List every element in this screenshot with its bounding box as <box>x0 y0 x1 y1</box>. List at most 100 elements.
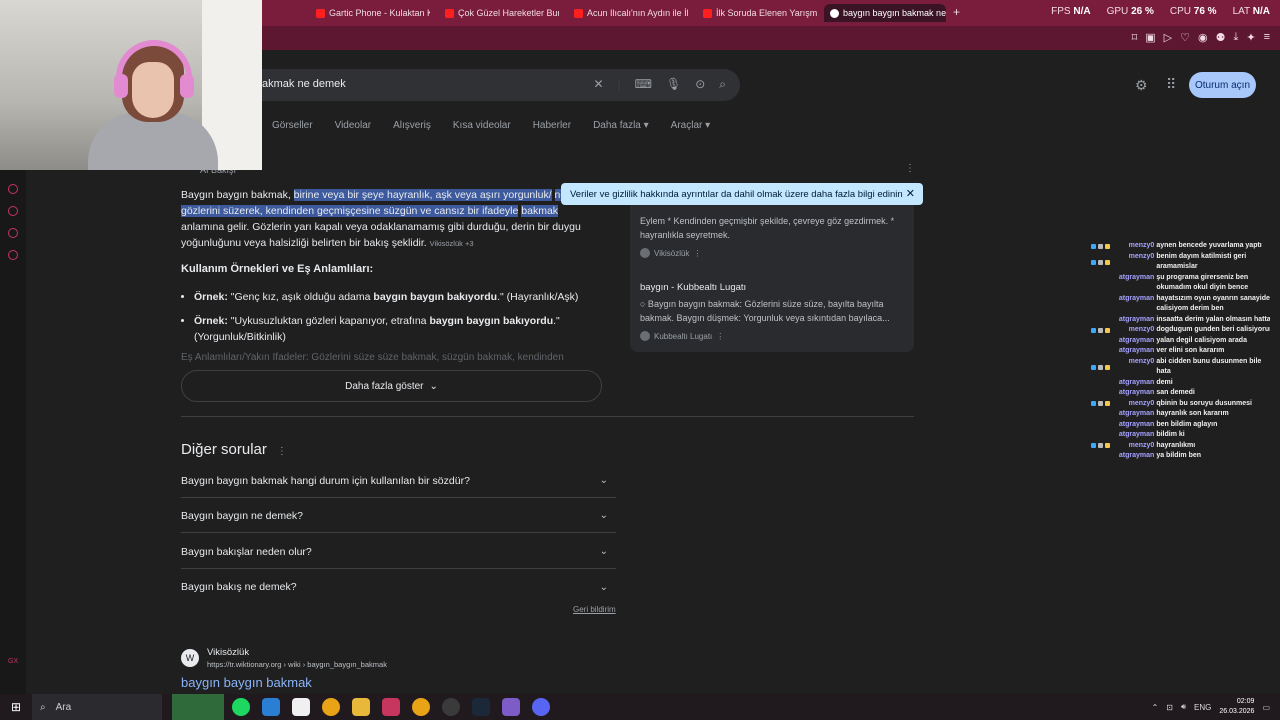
scrollbar[interactable] <box>1270 50 1280 694</box>
panel-source-2[interactable]: Kubbealtı Lugatı ⋮ <box>640 331 724 341</box>
tab-youtube-3[interactable]: İlk Soruda Elenen Yarışmac <box>703 4 817 22</box>
windows-start-icon[interactable]: ⊞ <box>0 700 32 714</box>
sidebar-settings-icon[interactable] <box>8 250 18 260</box>
download-icon[interactable]: ⤓ <box>1233 31 1238 44</box>
chat-username[interactable]: atgrayman <box>1113 409 1154 420</box>
settings-gear-icon[interactable]: ⚙ <box>1135 77 1148 94</box>
folder-icon[interactable] <box>352 698 370 716</box>
chat-username[interactable]: atgrayman <box>1113 346 1154 357</box>
play-icon[interactable]: ▷ <box>1164 31 1172 44</box>
mail-icon[interactable] <box>262 698 280 716</box>
chrome-icon[interactable] <box>322 698 340 716</box>
faq-item[interactable]: Baygın bakışlar neden olur? ⌄ <box>181 535 616 569</box>
clear-icon[interactable]: ✕ <box>593 77 603 92</box>
chat-username[interactable]: atgrayman <box>1113 315 1154 326</box>
volume-icon[interactable]: 🔊︎ <box>1181 702 1186 712</box>
extension-icon[interactable]: ◉ <box>1198 31 1208 44</box>
faq-item[interactable]: Baygın bakış ne demek? ⌄ <box>181 570 616 604</box>
spotify-icon[interactable] <box>232 698 250 716</box>
close-icon[interactable]: ✕ <box>906 187 915 200</box>
filter-shopping[interactable]: Alışveriş <box>393 120 431 131</box>
chat-username[interactable]: atgrayman <box>1113 451 1154 462</box>
more-vert-icon[interactable]: ⋮ <box>693 249 701 258</box>
chat-username[interactable]: atgrayman <box>1113 273 1154 294</box>
chat-username[interactable]: menzy0 <box>1113 325 1155 336</box>
panel-title-2[interactable]: baygın - Kubbealtı Lugatı <box>640 282 746 293</box>
sidebar-clock-icon[interactable] <box>8 206 18 216</box>
tray-chevron-icon[interactable]: ⌃ <box>1152 703 1159 712</box>
chat-username[interactable]: atgrayman <box>1113 420 1154 431</box>
result-url[interactable]: https://tr.wiktionary.org › wiki › baygı… <box>207 660 387 669</box>
bookmark-icon[interactable]: ⌑ <box>1132 31 1138 44</box>
network-icon[interactable]: ⊡ <box>1166 703 1173 712</box>
performance-stats: FPS N/A GPU 26 % CPU 76 % LAT N/A <box>1051 6 1270 17</box>
tab-youtube-1[interactable]: Çok Güzel Hareketler Bun <box>445 4 559 22</box>
discord-icon[interactable] <box>532 698 550 716</box>
search-input[interactable]: akmak ne demek <box>262 78 346 90</box>
heart-icon[interactable]: ♡ <box>1180 31 1190 44</box>
faq-item[interactable]: Baygın baygın ne demek? ⌄ <box>181 499 616 533</box>
store-icon[interactable] <box>292 698 310 716</box>
sidebar-chat-icon[interactable] <box>8 228 18 238</box>
search-icon[interactable]: ⌕ <box>719 77 726 92</box>
filter-images[interactable]: Görseller <box>272 120 313 131</box>
chat-username[interactable]: atgrayman <box>1113 388 1154 399</box>
source-chip[interactable]: Vikisözlük +3 <box>430 239 474 248</box>
chat-username[interactable]: menzy0 <box>1113 357 1155 378</box>
language-icon[interactable]: ENG <box>1194 703 1211 712</box>
menu-icon[interactable]: ≡ <box>1264 31 1270 44</box>
chat-message: menzy0 hayranlıkmı <box>1091 441 1277 452</box>
chat-username[interactable]: menzy0 <box>1113 399 1155 410</box>
apps-grid-icon[interactable]: ⠿ <box>1166 76 1176 93</box>
clock[interactable]: 02:09 26.03.2026 <box>1219 697 1254 717</box>
notification-icon[interactable]: ▭ <box>1262 703 1270 712</box>
app-icon[interactable] <box>502 698 520 716</box>
chat-username[interactable]: atgrayman <box>1113 294 1154 315</box>
more-vert-icon[interactable]: ⋮ <box>277 446 287 457</box>
filter-short-videos[interactable]: Kısa videolar <box>453 120 511 131</box>
chat-username[interactable]: atgrayman <box>1113 378 1154 389</box>
chat-username[interactable]: atgrayman <box>1113 336 1154 347</box>
chat-username[interactable]: atgrayman <box>1113 430 1154 441</box>
overview-lead: Baygın baygın bakmak, <box>181 189 291 201</box>
filter-more[interactable]: Daha fazla ▾ <box>593 120 649 131</box>
more-vert-icon[interactable]: ⋮ <box>716 332 724 341</box>
lens-icon[interactable]: ⊙ <box>695 77 705 92</box>
badge-icon <box>1105 401 1110 407</box>
chrome-alt-icon[interactable] <box>412 698 430 716</box>
filter-videos[interactable]: Videolar <box>335 120 372 131</box>
tab-google-active[interactable]: baygın baygın bakmak ne <box>824 4 946 22</box>
tab-youtube-2[interactable]: Acun Ilıcalı'nın Aydın ile İlş <box>574 4 688 22</box>
steam-icon[interactable] <box>472 698 490 716</box>
faq-item[interactable]: Baygın baygın bakmak hangi durum için ku… <box>181 464 616 498</box>
chat-badges <box>1091 252 1113 273</box>
chat-username[interactable]: menzy0 <box>1113 252 1155 273</box>
opera-gx-icon[interactable] <box>382 698 400 716</box>
chat-badges <box>1091 430 1113 441</box>
sidebar-history-icon[interactable] <box>8 184 18 194</box>
search-box[interactable]: akmak ne demek ✕ | ⌨ 🎙︎ ⊙ ⌕ <box>240 69 740 101</box>
taskbar-search[interactable]: ⌕ Ara <box>32 694 162 720</box>
result-title-link[interactable]: baygın baygın bakmak <box>181 675 312 690</box>
filter-news[interactable]: Haberler <box>533 120 571 131</box>
more-vert-icon[interactable]: ⋮ <box>905 163 915 174</box>
obs-icon[interactable] <box>442 698 460 716</box>
tab-gartic-phone[interactable]: Gartic Phone - Kulaktan K <box>316 4 430 22</box>
show-more-button[interactable]: Daha fazla göster ⌄ <box>181 370 602 402</box>
chat-username[interactable]: menzy0 <box>1113 241 1155 252</box>
badge-icon <box>1105 327 1110 333</box>
account-icon[interactable]: ⚉ <box>1216 31 1226 44</box>
ai-icon[interactable]: ✦ <box>1246 31 1255 44</box>
tab-label: Acun Ilıcalı'nın Aydın ile İlş <box>587 8 688 18</box>
panel-source-1[interactable]: Vikisözlük ⋮ <box>640 248 701 258</box>
microphone-icon[interactable]: 🎙︎ <box>666 77 681 92</box>
signin-button[interactable]: Oturum açın <box>1189 72 1256 98</box>
chat-username[interactable]: menzy0 <box>1113 441 1155 452</box>
feedback-link[interactable]: Geri bildirim <box>573 605 616 614</box>
chat-text: qbinin bu soruyu dusunmesi <box>1156 399 1252 407</box>
keyboard-icon[interactable]: ⌨ <box>635 77 652 92</box>
filter-tools[interactable]: Araçlar ▾ <box>671 120 710 131</box>
other-questions-heading: Diğer sorular ⋮ <box>181 441 287 458</box>
snapshot-icon[interactable]: ▣ <box>1145 31 1155 44</box>
new-tab-button[interactable]: + <box>953 5 960 19</box>
